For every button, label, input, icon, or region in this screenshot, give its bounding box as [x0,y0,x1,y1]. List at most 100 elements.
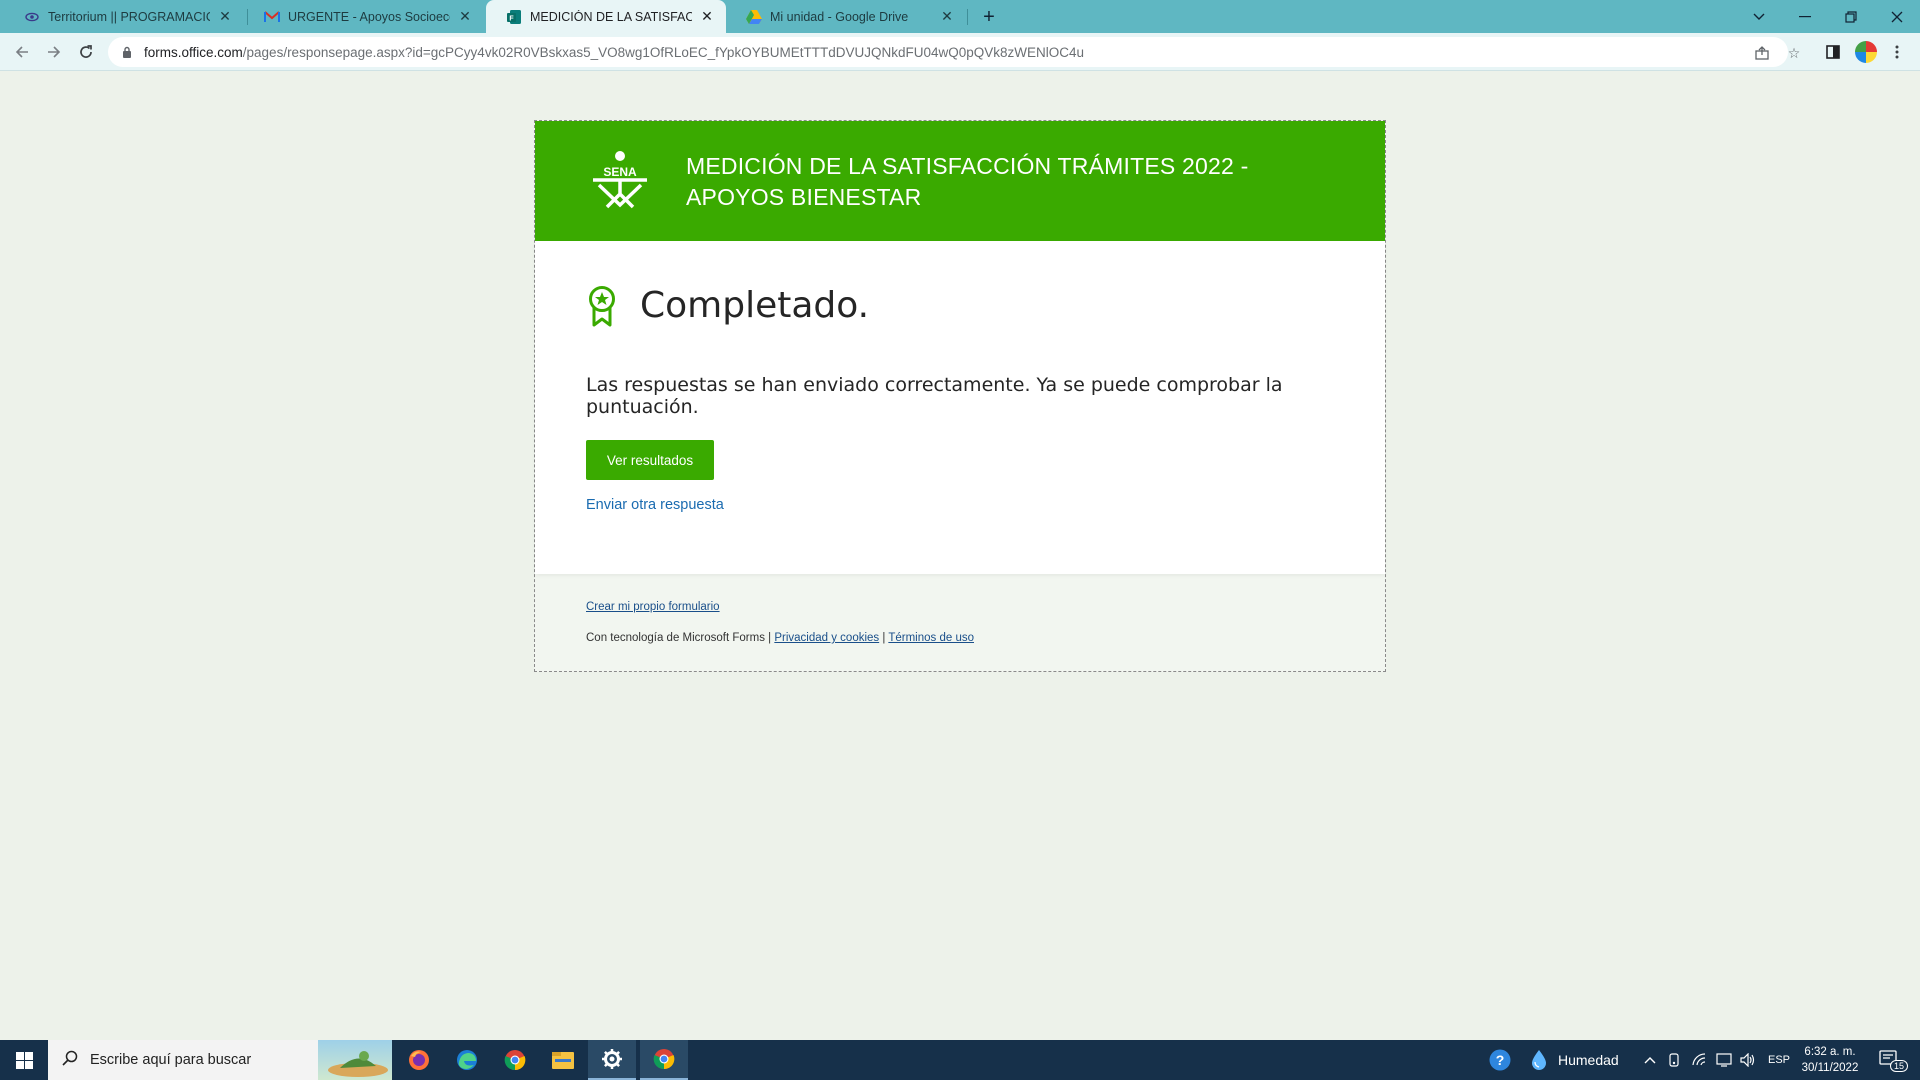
tab-title: MEDICIÓN DE LA SATISFACCIÓN [530,9,692,24]
tab-search-button[interactable] [1736,0,1782,33]
windows-taskbar: Escribe aquí para buscar ? Humedad ESP 6… [0,1040,1920,1080]
arrow-right-icon [48,46,61,58]
wifi-icon[interactable] [1692,1040,1708,1080]
form-body: Completado. Las respuestas se han enviad… [535,241,1385,574]
system-clock[interactable]: 6:32 a. m. 30/11/2022 [1790,1044,1870,1076]
award-badge-icon [589,286,615,327]
tab-separator [967,9,968,25]
minimize-icon [1799,15,1811,17]
drive-icon [746,9,762,25]
close-window-button[interactable] [1874,0,1920,33]
success-message: Las respuestas se han enviado correctame… [586,374,1283,418]
side-panel-icon [1826,45,1840,59]
taskbar-chrome[interactable] [491,1040,539,1080]
firefox-icon [409,1050,429,1070]
taskbar-firefox[interactable] [395,1040,443,1080]
edge-icon [457,1050,477,1070]
taskbar-search[interactable]: Escribe aquí para buscar [48,1040,392,1080]
chevron-down-icon [1753,13,1765,20]
svg-text:F: F [509,15,514,22]
tab-title: Territorium || PROGRAMACION D [48,9,210,24]
notifications-button[interactable]: 15 [1878,1040,1909,1080]
restore-icon [1845,10,1857,23]
sena-logo: SENA [593,151,647,209]
tab-title: URGENTE - Apoyos Socioecono [288,9,450,24]
chevron-up-icon [1644,1057,1656,1064]
tab-territorium[interactable]: Territorium || PROGRAMACION D ✕ [4,0,244,33]
volume-icon[interactable] [1740,1040,1756,1080]
url-text: forms.office.com/pages/responsepage.aspx… [144,45,1084,60]
tab-forms-active[interactable]: F MEDICIÓN DE LA SATISFACCIÓN ✕ [486,0,726,33]
chrome-profile-icon [653,1049,675,1070]
address-bar[interactable]: forms.office.com/pages/responsepage.aspx… [108,37,1800,67]
view-results-button[interactable]: Ver resultados [586,440,714,480]
close-icon [1891,11,1903,22]
footer-legal: Con tecnología de Microsoft Forms | Priv… [586,632,974,644]
privacy-cookies-link[interactable]: Privacidad y cookies [774,632,879,644]
weather-widget[interactable]: Humedad [1530,1040,1619,1080]
submit-another-response-link[interactable]: Enviar otra respuesta [586,497,724,513]
lock-icon[interactable] [120,45,134,59]
display-icon[interactable] [1716,1040,1732,1080]
minimize-button[interactable] [1782,0,1828,33]
search-highlight-illustration [318,1040,392,1080]
water-drop-icon [1532,1050,1546,1070]
share-icon[interactable] [1753,44,1771,62]
forms-icon: F [506,9,522,25]
menu-button[interactable] [1884,39,1910,65]
browser-tab-strip: Territorium || PROGRAMACION D ✕ URGENTE … [0,0,1920,33]
profile-button[interactable] [1853,39,1879,65]
eye-icon [24,9,40,25]
taskbar-chrome-active[interactable] [640,1040,688,1080]
reload-icon [80,45,92,58]
forward-button[interactable] [41,39,67,65]
show-hidden-icons[interactable] [1644,1040,1656,1080]
arrow-left-icon [15,46,28,58]
url-host: forms.office.com [144,44,243,60]
close-icon[interactable]: ✕ [938,8,956,26]
meet-now-icon[interactable] [1668,1040,1682,1080]
help-icon[interactable]: ? [1488,1040,1512,1080]
form-title: MEDICIÓN DE LA SATISFACCIÓN TRÁMITES 202… [686,153,1249,210]
new-tab-button[interactable]: + [978,6,1000,28]
svg-text:SENA: SENA [603,165,637,179]
terms-of-use-link[interactable]: Términos de uso [888,632,974,644]
footer-separator: | [879,632,889,644]
kebab-menu-icon [1895,45,1899,59]
close-icon[interactable]: ✕ [216,8,234,26]
tab-gmail[interactable]: URGENTE - Apoyos Socioecono ✕ [244,0,484,33]
side-panel-button[interactable] [1820,39,1846,65]
url-path: /pages/responsepage.aspx?id=gcPCyy4vk02R… [242,44,1085,60]
browser-toolbar: forms.office.com/pages/responsepage.aspx… [0,33,1920,71]
gmail-icon [264,9,280,25]
svg-text:?: ? [1496,1052,1505,1068]
form-card: SENA MEDICIÓN DE LA SATISFACCIÓN TRÁMITE… [534,120,1386,672]
taskbar-edge[interactable] [443,1040,491,1080]
folder-icon [552,1052,574,1069]
close-icon[interactable]: ✕ [698,8,716,26]
back-button[interactable] [9,39,35,65]
taskbar-settings[interactable] [588,1040,636,1080]
completed-title: Completado. [640,285,870,326]
start-button[interactable] [0,1040,48,1080]
powered-by-text: Con tecnología de Microsoft Forms | [586,632,775,644]
tab-google-drive[interactable]: Mi unidad - Google Drive ✕ [726,0,966,33]
clock-time: 6:32 a. m. [1804,1046,1856,1058]
avatar [1855,41,1877,63]
form-header: SENA MEDICIÓN DE LA SATISFACCIÓN TRÁMITE… [535,121,1385,241]
weather-label: Humedad [1558,1052,1619,1068]
clock-date: 30/11/2022 [1801,1062,1859,1074]
chrome-icon [504,1050,526,1071]
reload-button[interactable] [73,39,99,65]
windows-logo-icon [15,1051,33,1069]
restore-button[interactable] [1828,0,1874,33]
bookmark-star-icon[interactable]: ☆ [1785,44,1803,62]
tab-title: Mi unidad - Google Drive [770,9,909,24]
create-own-form-link[interactable]: Crear mi propio formulario [586,601,720,613]
gear-icon [602,1049,622,1069]
close-icon[interactable]: ✕ [456,8,474,26]
notifications-count: 15 [1890,1060,1909,1072]
input-language[interactable]: ESP [1768,1040,1790,1080]
search-icon [62,1050,78,1071]
taskbar-file-explorer[interactable] [539,1040,587,1080]
